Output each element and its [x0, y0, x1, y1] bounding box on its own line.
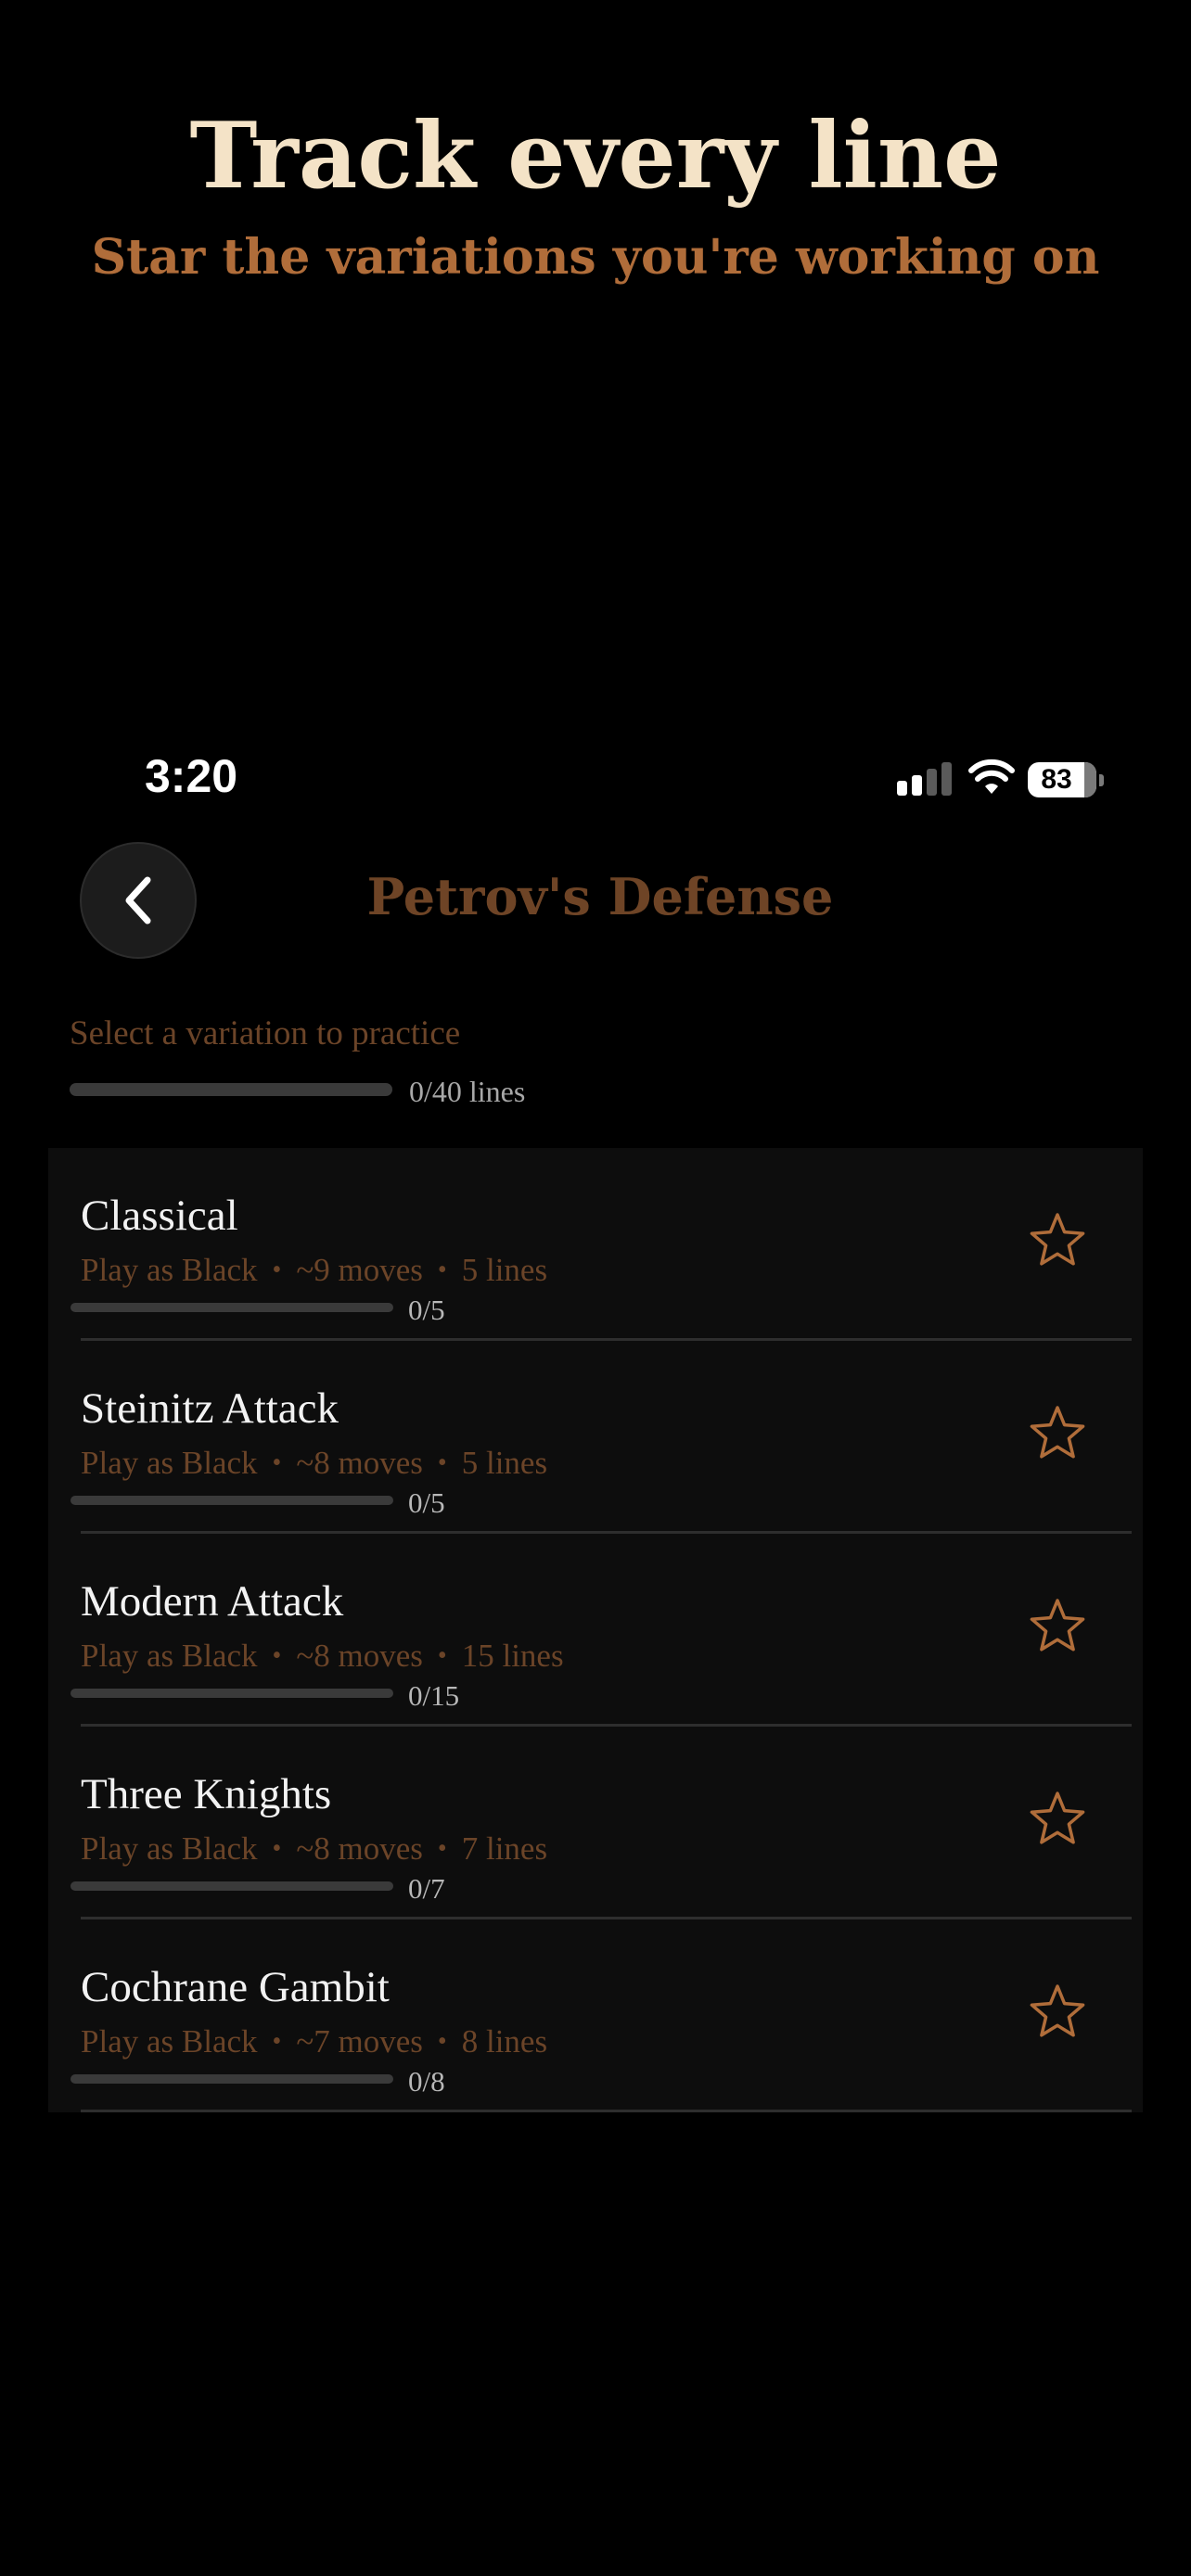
variation-row[interactable]: Steinitz Attack Play as Black • ~8 moves • 5 … — [48, 1341, 1143, 1534]
variation-progress-bar — [70, 2074, 393, 2084]
variation-name: Classical — [81, 1192, 238, 1240]
meta-separator: • — [272, 1256, 282, 1284]
wifi-icon — [968, 759, 1015, 794]
variation-moves: ~7 moves — [296, 2023, 423, 2060]
variation-progress-bar — [70, 1496, 393, 1505]
variation-meta: Play as Black • ~8 moves • 7 lines — [81, 1832, 547, 1865]
promo-title: Track every line — [189, 103, 1002, 210]
signal-bar — [897, 781, 907, 796]
variation-meta: Play as Black • ~8 moves • 15 lines — [81, 1639, 564, 1672]
meta-separator: • — [272, 1448, 282, 1477]
battery-percent: 83 — [1041, 764, 1072, 795]
battery-fill — [1084, 762, 1096, 797]
variation-row[interactable]: Three Knights Play as Black • ~8 moves • 7 li… — [48, 1727, 1143, 1919]
star-icon[interactable] — [1028, 1597, 1087, 1656]
variation-side: Play as Black — [81, 1252, 258, 1288]
signal-bar — [912, 775, 922, 796]
variation-side: Play as Black — [81, 1830, 258, 1867]
variation-name: Modern Attack — [81, 1577, 344, 1626]
variation-row[interactable]: Cochrane Gambit Play as Black • ~7 moves • 8 … — [48, 1919, 1143, 2112]
signal-bar — [941, 762, 952, 796]
meta-separator: • — [437, 2027, 447, 2056]
variation-lines: 5 lines — [461, 1445, 548, 1481]
variation-lines: 8 lines — [461, 2023, 548, 2060]
meta-separator: • — [272, 2027, 282, 2056]
star-icon[interactable] — [1028, 1404, 1087, 1463]
star-icon[interactable] — [1028, 1211, 1087, 1270]
instruction-text: Select a variation to practice — [70, 1014, 461, 1052]
variation-name: Three Knights — [81, 1770, 332, 1818]
meta-separator: • — [437, 1641, 447, 1670]
variation-meta: Play as Black • ~7 moves • 8 lines — [81, 2025, 547, 2058]
variation-row[interactable]: Modern Attack Play as Black • ~8 moves • 15 l… — [48, 1534, 1143, 1727]
overall-progress-bar — [70, 1083, 392, 1096]
variation-lines: 7 lines — [461, 1830, 548, 1867]
variation-progress-bar — [70, 1303, 393, 1312]
variation-moves: ~8 moves — [296, 1830, 423, 1867]
variation-progress-count: 0/5 — [408, 1294, 445, 1326]
variation-side: Play as Black — [81, 1445, 258, 1481]
variation-meta: Play as Black • ~9 moves • 5 lines — [81, 1254, 547, 1286]
page-title: Petrov's Defense — [366, 867, 834, 926]
battery-cap — [1099, 774, 1104, 786]
variation-meta: Play as Black • ~8 moves • 5 lines — [81, 1447, 547, 1479]
variation-row[interactable]: Classical Play as Black • ~9 moves • 5 lines 0… — [48, 1148, 1143, 1341]
variation-progress-count: 0/8 — [408, 2065, 445, 2098]
meta-separator: • — [437, 1448, 447, 1477]
meta-separator: • — [437, 1834, 447, 1863]
variation-name: Cochrane Gambit — [81, 1963, 390, 2011]
variation-lines: 15 lines — [461, 1638, 564, 1674]
variation-list: Classical Play as Black • ~9 moves • 5 lines 0… — [48, 1148, 1143, 2112]
variation-progress-count: 0/5 — [408, 1486, 445, 1519]
signal-bar — [927, 769, 937, 796]
battery-icon: 83 — [1028, 762, 1096, 797]
variation-moves: ~8 moves — [296, 1638, 423, 1674]
variation-name: Steinitz Attack — [81, 1384, 339, 1433]
meta-separator: • — [272, 1641, 282, 1670]
promo-subtitle: Star the variations you're working on — [91, 229, 1100, 286]
variation-progress-bar — [70, 1881, 393, 1891]
row-divider — [81, 2110, 1132, 2112]
variation-moves: ~8 moves — [296, 1445, 423, 1481]
variation-progress-bar — [70, 1689, 393, 1698]
variation-progress-count: 0/7 — [408, 1872, 445, 1905]
meta-separator: • — [437, 1256, 447, 1284]
star-icon[interactable] — [1028, 1983, 1087, 2042]
variation-progress-count: 0/15 — [408, 1679, 460, 1712]
status-icons: 83 — [895, 759, 1108, 801]
variation-moves: ~9 moves — [296, 1252, 423, 1288]
overall-progress-label: 0/40 lines — [409, 1075, 526, 1108]
variation-side: Play as Black — [81, 1638, 258, 1674]
status-time: 3:20 — [145, 750, 238, 802]
star-icon[interactable] — [1028, 1790, 1087, 1849]
variation-lines: 5 lines — [461, 1252, 548, 1288]
variation-side: Play as Black — [81, 2023, 258, 2060]
meta-separator: • — [272, 1834, 282, 1863]
